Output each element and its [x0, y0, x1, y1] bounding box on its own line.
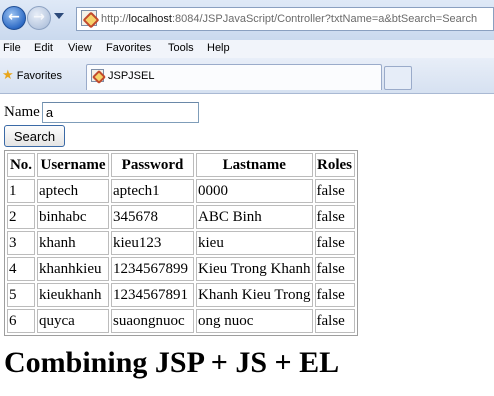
- address-bar[interactable]: http://localhost:8084/JSPJavaScript/Cont…: [76, 7, 494, 31]
- cell-no: 2: [7, 205, 35, 229]
- favorites-button[interactable]: ★ Favorites: [2, 68, 62, 83]
- cell-lastname: Kieu Trong Khanh: [196, 257, 313, 281]
- page-heading: Combining JSP + JS + EL: [4, 346, 340, 379]
- page-icon: [81, 10, 97, 27]
- cell-password: suaongnuoc: [111, 309, 194, 333]
- new-tab-button[interactable]: [384, 66, 412, 90]
- browser-toolbar: ← → http://localhost:8084/JSPJavaScript/…: [0, 0, 494, 40]
- cell-lastname: 0000: [196, 179, 313, 203]
- cell-roles: false: [314, 283, 355, 307]
- name-input[interactable]: [41, 102, 199, 123]
- column-header-lastname: Lastname: [196, 153, 313, 177]
- favorites-label: Favorites: [16, 70, 62, 82]
- cell-no: 6: [7, 309, 35, 333]
- cell-username: quyca: [37, 309, 109, 333]
- menu-help[interactable]: Help: [207, 42, 230, 54]
- cell-username: binhabc: [37, 205, 109, 229]
- star-icon: ★: [2, 68, 14, 83]
- cell-lastname: kieu: [196, 231, 313, 255]
- address-host: localhost: [128, 13, 172, 25]
- favorites-bar: ★ Favorites JSPJSEL: [0, 58, 494, 94]
- history-dropdown-icon[interactable]: [54, 13, 64, 19]
- cell-lastname: Khanh Kieu Trong: [196, 283, 313, 307]
- cell-roles: false: [314, 231, 355, 255]
- column-header-password: Password: [111, 153, 194, 177]
- cell-password: 345678: [111, 205, 194, 229]
- forward-arrow-icon[interactable]: →: [27, 6, 51, 30]
- cell-roles: false: [314, 309, 355, 333]
- cell-lastname: ong nuoc: [196, 309, 313, 333]
- cell-username: kieukhanh: [37, 283, 109, 307]
- column-header-roles: Roles: [314, 153, 355, 177]
- cell-username: khanhkieu: [37, 257, 109, 281]
- column-header-username: Username: [37, 153, 109, 177]
- cell-username: aptech: [37, 179, 109, 203]
- tab-page-icon: [91, 68, 104, 82]
- results-table: No. Username Password Lastname Roles 1 a…: [4, 150, 358, 336]
- column-header-no: No.: [7, 153, 35, 177]
- tab-active[interactable]: JSPJSEL: [86, 64, 382, 90]
- address-path: :8084/JSPJavaScript/Controller?txtName=a…: [171, 13, 478, 25]
- search-button[interactable]: Search: [4, 125, 65, 147]
- table-header-row: No. Username Password Lastname Roles: [7, 153, 355, 177]
- search-form: Name Search: [4, 102, 199, 147]
- menu-favorites[interactable]: Favorites: [106, 42, 151, 54]
- menu-view[interactable]: View: [68, 42, 92, 54]
- table-row: 2 binhabc 345678 ABC Binh false: [7, 205, 355, 229]
- table-row: 5 kieukhanh 1234567891 Khanh Kieu Trong …: [7, 283, 355, 307]
- cell-no: 5: [7, 283, 35, 307]
- cell-password: 1234567891: [111, 283, 194, 307]
- menu-bar: File Edit View Favorites Tools Help: [0, 40, 494, 58]
- cell-roles: false: [314, 179, 355, 203]
- cell-no: 1: [7, 179, 35, 203]
- tab-title: JSPJSEL: [108, 70, 155, 82]
- cell-lastname: ABC Binh: [196, 205, 313, 229]
- table-row: 4 khanhkieu 1234567899 Kieu Trong Khanh …: [7, 257, 355, 281]
- cell-roles: false: [314, 257, 355, 281]
- menu-tools[interactable]: Tools: [168, 42, 194, 54]
- cell-username: khanh: [37, 231, 109, 255]
- menu-edit[interactable]: Edit: [34, 42, 53, 54]
- cell-password: 1234567899: [111, 257, 194, 281]
- table-row: 3 khanh kieu123 kieu false: [7, 231, 355, 255]
- back-arrow-icon[interactable]: ←: [2, 6, 26, 30]
- menu-file[interactable]: File: [3, 42, 21, 54]
- cell-password: aptech1: [111, 179, 194, 203]
- address-prefix: http://: [101, 13, 129, 25]
- cell-password: kieu123: [111, 231, 194, 255]
- table-row: 6 quyca suaongnuoc ong nuoc false: [7, 309, 355, 333]
- cell-no: 3: [7, 231, 35, 255]
- name-label: Name: [4, 104, 40, 120]
- cell-roles: false: [314, 205, 355, 229]
- cell-no: 4: [7, 257, 35, 281]
- table-row: 1 aptech aptech1 0000 false: [7, 179, 355, 203]
